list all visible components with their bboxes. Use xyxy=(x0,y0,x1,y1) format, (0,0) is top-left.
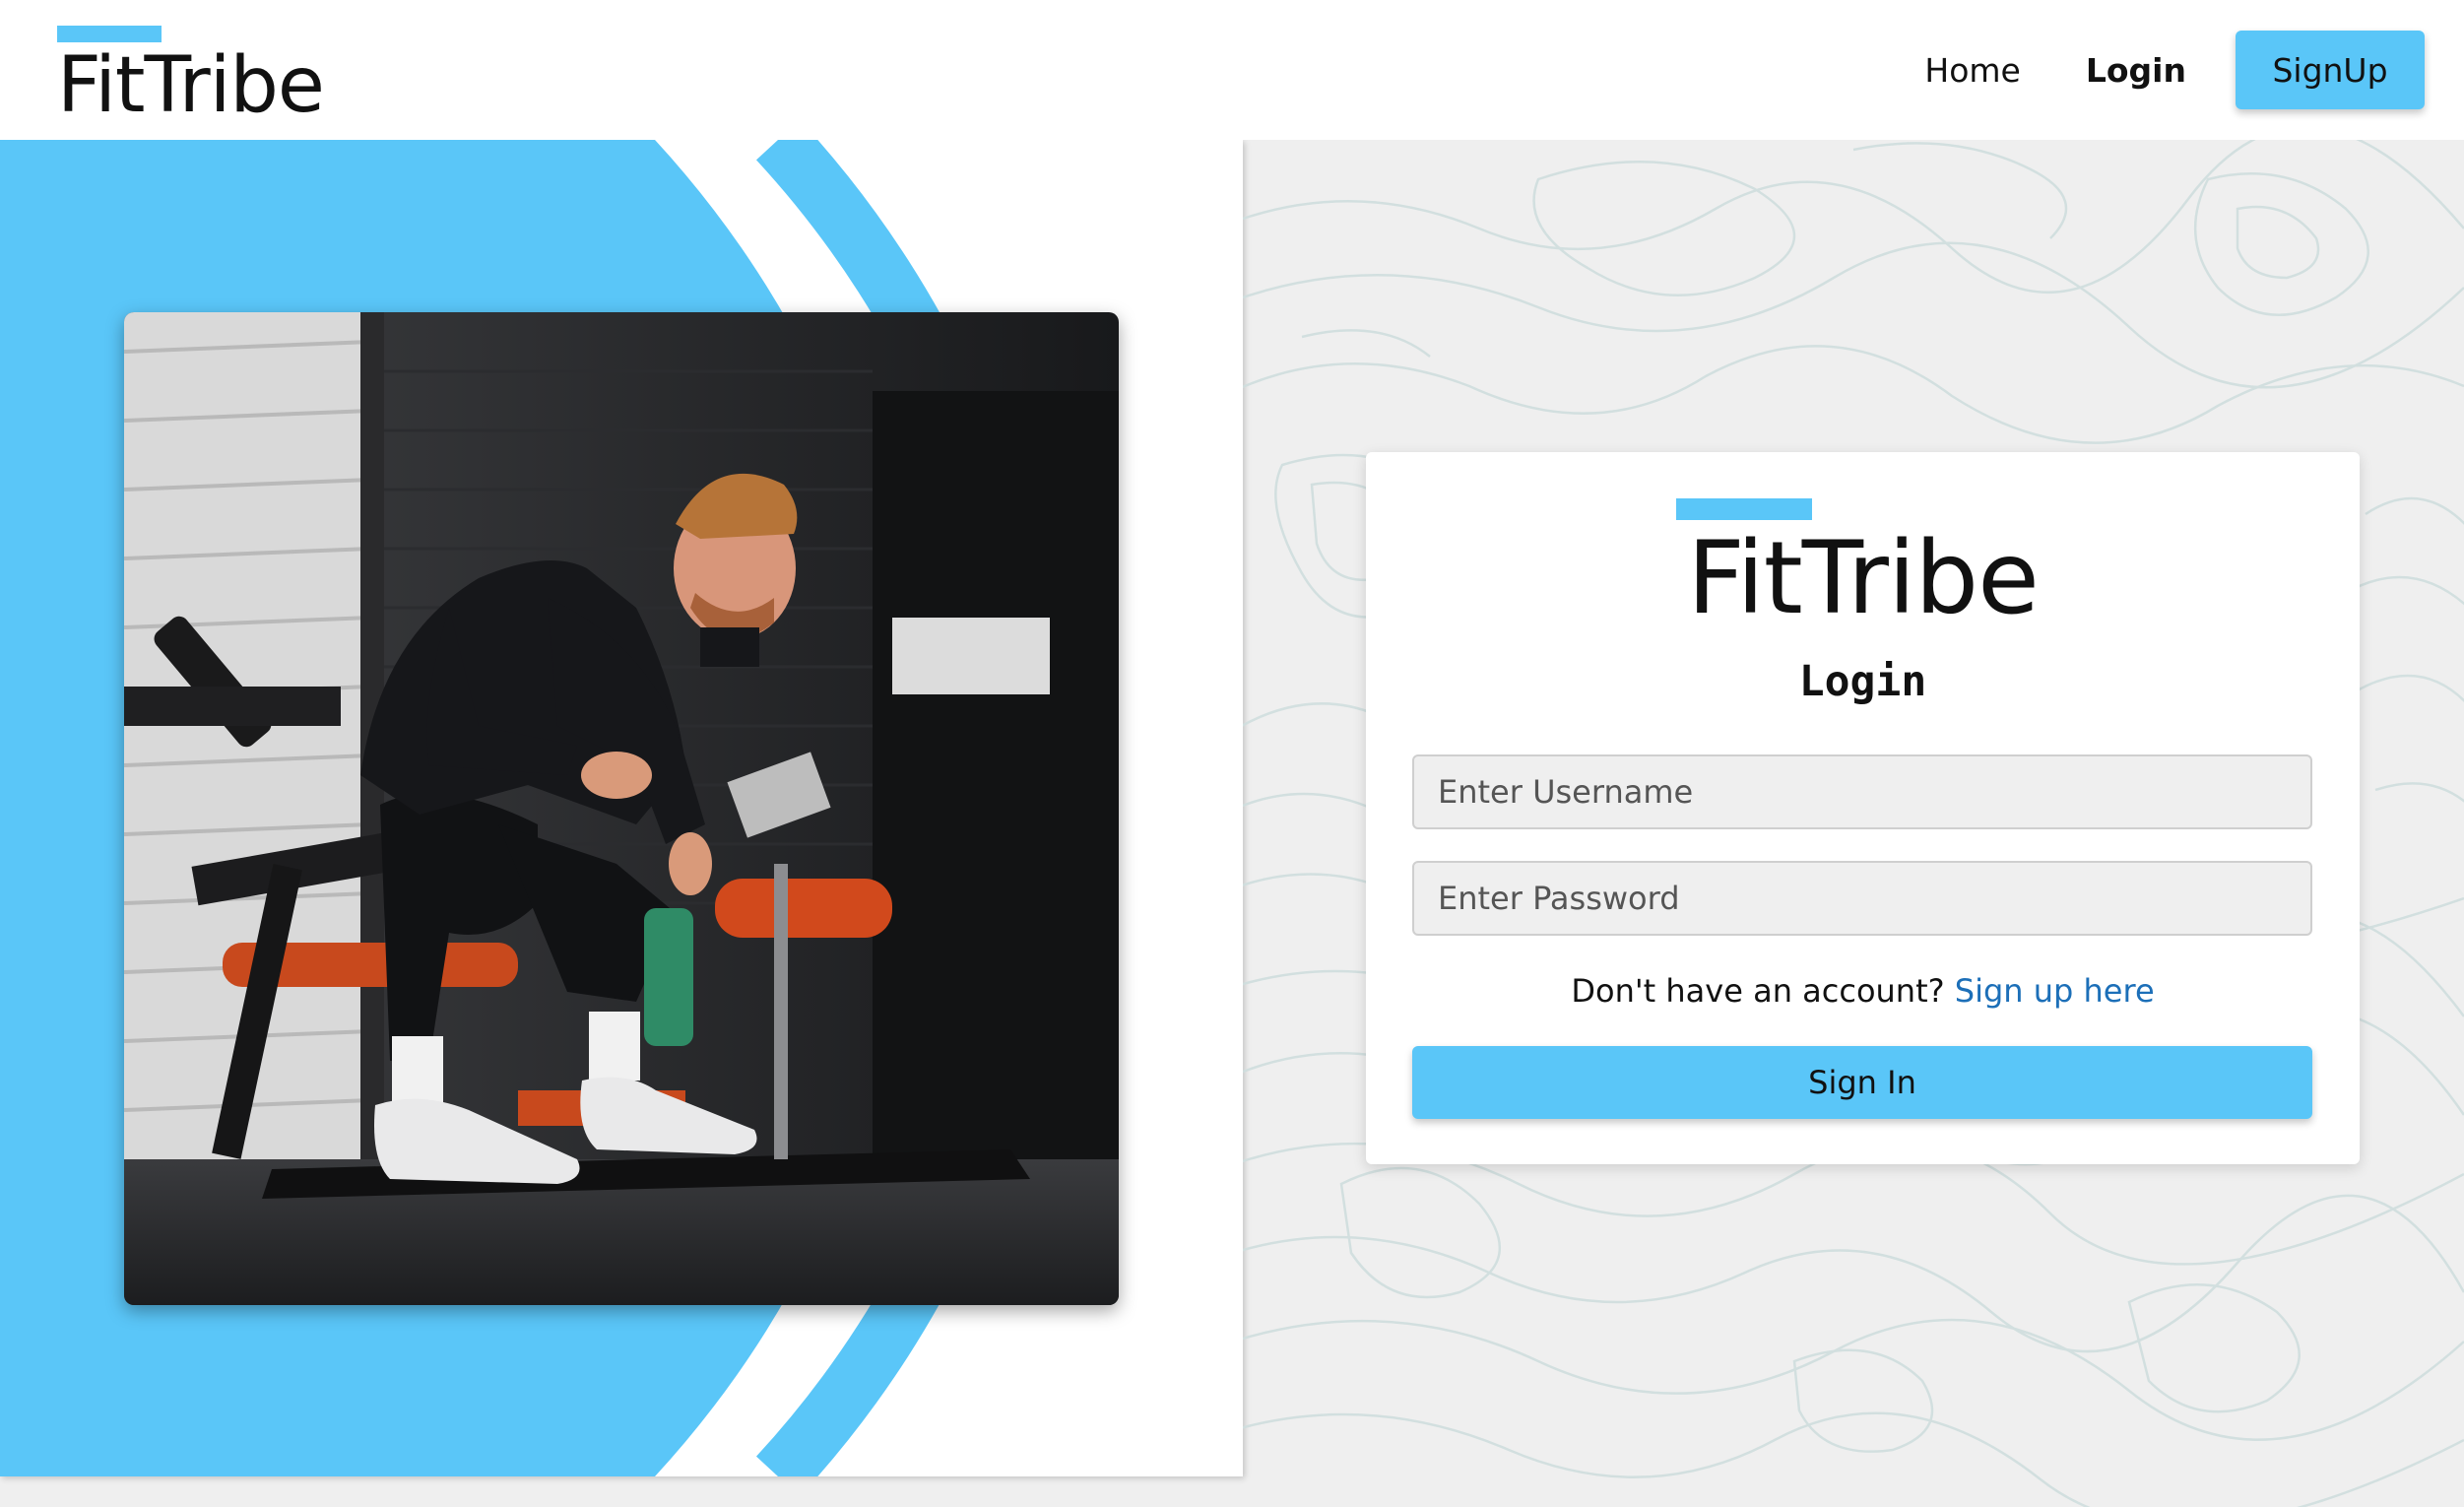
card-brand-name: FitTribe xyxy=(1687,520,2040,637)
signup-link[interactable]: Sign up here xyxy=(1955,972,2155,1010)
nav-home-link[interactable]: Home xyxy=(1924,51,2020,90)
hero-panel xyxy=(0,140,1243,1476)
brand-logo[interactable]: FitTribe xyxy=(57,26,325,130)
username-input[interactable] xyxy=(1412,754,2312,829)
navbar: FitTribe Home Login SignUp xyxy=(0,0,2464,140)
gym-athlete-photo xyxy=(124,312,1119,1305)
login-card: FitTribe Login Don't have an account? Si… xyxy=(1366,452,2360,1164)
sign-in-button[interactable]: Sign In xyxy=(1412,1046,2312,1119)
signup-prompt-line: Don't have an account? Sign up here xyxy=(1366,972,2360,1010)
signup-prompt-text: Don't have an account? xyxy=(1571,972,1955,1010)
gym-photo-illustration xyxy=(124,312,1119,1305)
nav-links: Home Login SignUp xyxy=(1924,31,2425,109)
card-brand-accent-bar xyxy=(1676,498,1812,520)
password-input[interactable] xyxy=(1412,861,2312,936)
nav-signup-button[interactable]: SignUp xyxy=(2236,31,2425,109)
nav-login-link[interactable]: Login xyxy=(2086,51,2186,90)
brand-accent-bar xyxy=(57,26,162,42)
brand-name: FitTribe xyxy=(57,41,325,130)
login-title: Login xyxy=(1798,657,1927,706)
